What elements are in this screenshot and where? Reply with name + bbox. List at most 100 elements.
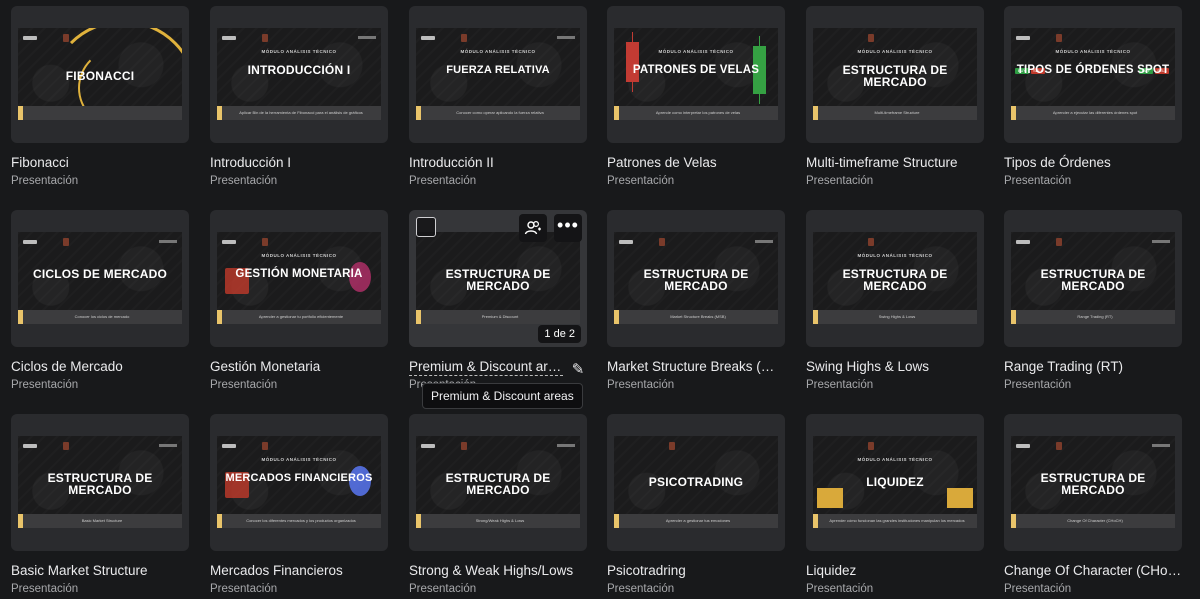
card-type: Presentación [409,583,477,595]
card-thumbnail[interactable]: ESTRUCTURA DE MERCADO Market Structure B… [607,210,785,347]
select-checkbox[interactable] [416,217,436,237]
card-thumbnail[interactable]: MÓDULO ANÁLISIS TÉCNICO ESTRUCTURA DE ME… [806,210,984,347]
slide-title: ESTRUCTURA DE MERCADO [842,63,948,89]
slide-preview: ESTRUCTURA DE MERCADO Change Of Characte… [1011,436,1175,528]
slide-subtitle: Change Of Character (CHoCH) [1067,518,1123,523]
slide-preview: MÓDULO ANÁLISIS TÉCNICO PATRONES DE VELA… [614,28,778,120]
card-thumbnail[interactable]: CICLOS DE MERCADO Conocer los ciclos de … [11,210,189,347]
red-candle-graphic [626,32,639,92]
slide-title: ESTRUCTURA DE MERCADO [445,471,551,497]
slide-subtitle: Basic Market Structure [81,518,123,523]
slide-subtitle: Aprender a ejecutar las diferentes órden… [1052,110,1138,115]
card-thumbnail[interactable]: MÓDULO ANÁLISIS TÉCNICO INTRODUCCIÓN I A… [210,6,388,143]
design-card[interactable]: MÓDULO ANÁLISIS TÉCNICO MERCADOS FINANCI… [210,414,388,595]
brand-logo [421,444,435,448]
design-card[interactable]: MÓDULO ANÁLISIS TÉCNICO ESTRUCTURA DE ME… [806,210,984,391]
design-card[interactable]: MÓDULO ANÁLISIS TÉCNICO GESTIÓN MONETARI… [210,210,388,391]
card-thumbnail[interactable]: ••• ESTRUCTURA DE MERCADO Premium & Disc… [409,210,587,347]
slide-subtitle: Premium & Discount [481,314,519,319]
pencil-icon[interactable]: ✎ [569,361,587,379]
design-card[interactable]: FIBONACCI Fibonacci Presentación [11,6,189,187]
brand-logo [222,36,236,40]
slide-module: MÓDULO ANÁLISIS TÉCNICO [261,49,337,54]
slide-title: MERCADOS FINANCIEROS [225,472,373,484]
card-type: Presentación [210,379,278,391]
slide-preview: PSICOTRADING Aprender a gestionar tus em… [614,436,778,528]
card-title[interactable]: Swing Highs & Lows [806,358,984,376]
brand-logo [23,240,37,244]
card-title[interactable]: Ciclos de Mercado [11,358,189,376]
slide-subtitle: Aprende como interpretar los patrones de… [655,110,741,115]
design-card[interactable]: CICLOS DE MERCADO Conocer los ciclos de … [11,210,189,391]
card-title[interactable]: Mercados Financieros [210,562,388,580]
slide-subtitle: Conocer los ciclos de mercado [74,314,130,319]
slide-module: MÓDULO ANÁLISIS TÉCNICO [1055,49,1131,54]
card-title[interactable]: Basic Market Structure [11,562,189,580]
design-card[interactable]: MÓDULO ANÁLISIS TÉCNICO INTRODUCCIÓN I A… [210,6,388,187]
card-title[interactable]: Fibonacci [11,154,189,172]
card-title[interactable]: Market Structure Breaks (MSB) [607,358,785,376]
card-title[interactable]: Strong & Weak Highs/Lows [409,562,587,580]
slide-preview: MÓDULO ANÁLISIS TÉCNICO INTRODUCCIÓN I A… [217,28,381,120]
slide-subtitle: Aprender cómo funcionan las grandes inst… [829,518,965,523]
share-people-icon[interactable] [519,214,547,242]
card-thumbnail[interactable]: MÓDULO ANÁLISIS TÉCNICO ESTRUCTURA DE ME… [806,6,984,143]
more-dots-icon[interactable]: ••• [554,214,582,242]
brand-logo [619,240,633,244]
design-card[interactable]: ESTRUCTURA DE MERCADO Basic Market Struc… [11,414,189,595]
card-thumbnail[interactable]: ESTRUCTURA DE MERCADO Range Trading (RT) [1004,210,1182,347]
card-title[interactable]: Gestión Monetaria [210,358,388,376]
slide-preview: MÓDULO ANÁLISIS TÉCNICO ESTRUCTURA DE ME… [813,28,977,120]
slide-title: FUERZA RELATIVA [446,64,550,76]
design-card[interactable]: MÓDULO ANÁLISIS TÉCNICO FUERZA RELATIVA … [409,6,587,187]
slide-preview: MÓDULO ANÁLISIS TÉCNICO MERCADOS FINANCI… [217,436,381,528]
bank-pillar-graphic [947,488,973,508]
card-thumbnail[interactable]: FIBONACCI [11,6,189,143]
card-title[interactable]: Change Of Character (CHoCH) [1004,562,1182,580]
design-card[interactable]: MÓDULO ANÁLISIS TÉCNICO LIQUIDEZ Aprende… [806,414,984,595]
card-title[interactable]: Tipos de Órdenes [1004,154,1182,172]
design-card[interactable]: ESTRUCTURA DE MERCADO Change Of Characte… [1004,414,1182,595]
slide-module: MÓDULO ANÁLISIS TÉCNICO [857,253,933,258]
card-type: Presentación [1004,379,1072,391]
card-thumbnail[interactable]: MÓDULO ANÁLISIS TÉCNICO GESTIÓN MONETARI… [210,210,388,347]
slide-module: MÓDULO ANÁLISIS TÉCNICO [460,49,536,54]
slide-preview: ESTRUCTURA DE MERCADO Strong/Weak Highs … [416,436,580,528]
card-thumbnail[interactable]: ESTRUCTURA DE MERCADO Strong/Weak Highs … [409,414,587,551]
card-thumbnail[interactable]: ESTRUCTURA DE MERCADO Basic Market Struc… [11,414,189,551]
slide-subtitle: Market Structure Breaks (MSB) [670,314,726,319]
slide-title: GESTIÓN MONETARIA [235,268,363,280]
card-thumbnail[interactable]: MÓDULO ANÁLISIS TÉCNICO LIQUIDEZ Aprende… [806,414,984,551]
design-card[interactable]: ESTRUCTURA DE MERCADO Range Trading (RT)… [1004,210,1182,391]
card-title[interactable]: Introducción II [409,154,587,172]
card-title[interactable]: Patrones de Velas [607,154,785,172]
design-card[interactable]: ESTRUCTURA DE MERCADO Market Structure B… [607,210,785,391]
card-thumbnail[interactable]: BUY SELL BUY SELL MÓDULO ANÁLISIS TÉCNIC… [1004,6,1182,143]
design-card[interactable]: MÓDULO ANÁLISIS TÉCNICO ESTRUCTURA DE ME… [806,6,984,187]
card-type: Presentación [11,379,79,391]
slide-title: TIPOS DE ÓRDENES SPOT [1016,64,1170,76]
design-card[interactable]: ESTRUCTURA DE MERCADO Strong/Weak Highs … [409,414,587,595]
card-title[interactable]: Introducción I [210,154,388,172]
slide-preview: MÓDULO ANÁLISIS TÉCNICO GESTIÓN MONETARI… [217,232,381,324]
design-card[interactable]: PSICOTRADING Aprender a gestionar tus em… [607,414,785,595]
brand-logo [23,444,37,448]
card-thumbnail[interactable]: MÓDULO ANÁLISIS TÉCNICO FUERZA RELATIVA … [409,6,587,143]
card-thumbnail[interactable]: ESTRUCTURA DE MERCADO Change Of Characte… [1004,414,1182,551]
bank-pillar-graphic [817,488,843,508]
card-title[interactable]: Premium & Discount areas [409,358,563,376]
card-thumbnail[interactable]: MÓDULO ANÁLISIS TÉCNICO PATRONES DE VELA… [607,6,785,143]
slide-title: INTRODUCCIÓN I [247,63,351,77]
card-title[interactable]: Liquidez [806,562,984,580]
card-title[interactable]: Multi-timeframe Structure [806,154,984,172]
slide-subtitle: Conocer como operar aplicando la fuerza … [456,110,544,115]
design-card[interactable]: BUY SELL BUY SELL MÓDULO ANÁLISIS TÉCNIC… [1004,6,1182,187]
card-thumbnail[interactable]: PSICOTRADING Aprender a gestionar tus em… [607,414,785,551]
card-thumbnail[interactable]: MÓDULO ANÁLISIS TÉCNICO MERCADOS FINANCI… [210,414,388,551]
design-card[interactable]: MÓDULO ANÁLISIS TÉCNICO PATRONES DE VELA… [607,6,785,187]
design-card-selected[interactable]: ••• ESTRUCTURA DE MERCADO Premium & Disc… [409,210,587,391]
title-tooltip: Premium & Discount areas [422,383,583,409]
card-title[interactable]: Psicotradring [607,562,785,580]
card-type: Presentación [1004,175,1072,187]
card-title[interactable]: Range Trading (RT) [1004,358,1182,376]
